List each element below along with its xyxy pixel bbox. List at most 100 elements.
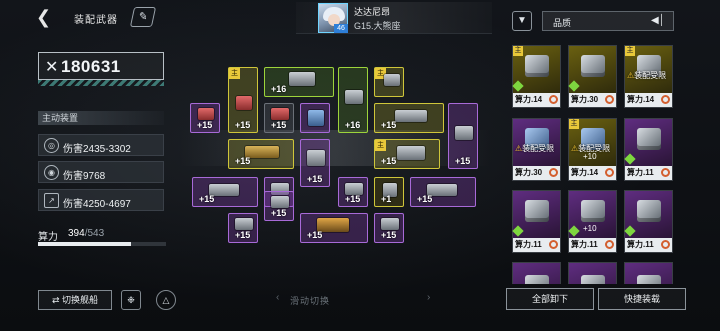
equip-slot-5[interactable]: +15 (190, 103, 220, 133)
slide-left-icon: ‹ (276, 292, 280, 303)
equip-slot-15[interactable]: +15 (338, 177, 368, 207)
card-power: 算力.11 (627, 168, 654, 177)
equip-slot-21[interactable]: +15 (374, 213, 404, 243)
inventory-card-3[interactable]: 主 ⚠装配受限 算力.14 (624, 45, 673, 108)
slide-right-icon: › (427, 292, 431, 303)
switch-ship-label: 切换舰船 (62, 295, 99, 305)
slot-level: +15 (307, 230, 323, 240)
inventory-grid: 主 算力.14 算力.30 主 ⚠装配受限 算力.14 ⚠装配受限 算力.30 … (506, 40, 686, 284)
recycle-icon (549, 95, 558, 104)
equip-slot-4[interactable]: 主 (374, 67, 404, 97)
recycle-icon (661, 240, 670, 249)
recycle-icon (605, 240, 614, 249)
equip-slot-19[interactable]: +15 (264, 191, 294, 221)
inventory-card-11[interactable] (568, 262, 617, 284)
equip-slot-1[interactable]: 主 +15 (228, 67, 258, 133)
quality-select[interactable]: 品质 ◀│ (542, 11, 674, 31)
inventory-card-5[interactable]: 主 ⚠装配受限 +10 算力.14 (568, 118, 617, 181)
inventory-card-2[interactable]: 算力.30 (568, 45, 617, 108)
ship-silhouette (180, 130, 490, 166)
main-tag: 主 (569, 119, 579, 129)
slot-level: +15 (381, 156, 397, 166)
equip-slot-9[interactable]: +15 (448, 103, 478, 169)
quality-label: 品质 (553, 18, 572, 28)
calc-value: 394/543 (68, 228, 104, 239)
equip-slot-6[interactable]: +15 (264, 103, 294, 133)
slot-level: +16 (345, 120, 361, 130)
target-icon: ◎ (44, 138, 59, 153)
crossed-swords-icon: ✕ (45, 59, 59, 76)
switch-ship-button[interactable]: ⇄ 切换舰船 (38, 290, 112, 310)
stat-text-2: 伤害9768 (63, 171, 106, 182)
calc-max: 543 (87, 228, 105, 239)
card-plus: +10 (583, 152, 597, 161)
calc-progress-fill (38, 242, 131, 246)
inventory-card-7[interactable]: 算力.11 (512, 190, 561, 253)
stat-row-1[interactable]: ◎ 伤害2435-3302 (38, 134, 164, 156)
main-tag: 主 (513, 46, 523, 56)
equip-slot-17[interactable]: +15 (410, 177, 476, 207)
power-stripe (38, 80, 164, 86)
active-device-title: 主动装置 (38, 111, 164, 125)
inventory-card-12[interactable] (624, 262, 673, 284)
stat-row-2[interactable]: ◉ 伤害9768 (38, 161, 164, 183)
stat-row-3[interactable]: ↗ 伤害4250-4697 (38, 189, 164, 211)
recycle-icon (661, 168, 670, 177)
inventory-card-10[interactable] (512, 262, 561, 284)
missile-icon: ↗ (44, 193, 59, 208)
recycle-icon (605, 168, 614, 177)
slide-hint: 滑动切换 (290, 296, 331, 306)
slot-level: +1 (381, 194, 392, 204)
slot-level: +15 (455, 156, 471, 166)
unload-all-button[interactable]: 全部卸下 (506, 288, 594, 310)
card-power: 算力.11 (627, 240, 654, 249)
pencil-icon[interactable]: ✎ (129, 7, 157, 27)
recycle-icon (661, 95, 670, 104)
equip-slot-12[interactable]: 主 +15 (374, 139, 440, 169)
inventory-card-1[interactable]: 主 算力.14 (512, 45, 561, 108)
slot-level: +15 (271, 208, 287, 218)
card-power: 算力.11 (571, 240, 598, 249)
page-title: 装配武器 (74, 15, 118, 26)
equip-slot-3[interactable]: +16 (338, 67, 368, 133)
equip-slot-7[interactable] (300, 103, 330, 133)
combat-power-box: ✕ 180631 (38, 52, 164, 80)
equip-slot-10[interactable]: +15 (228, 139, 294, 169)
card-power: 算力.11 (515, 240, 542, 249)
stat-text-3: 伤害4250-4697 (63, 199, 131, 210)
card-power: 算力.14 (571, 168, 599, 177)
slot-level: +16 (271, 84, 287, 94)
equip-slot-20[interactable]: +15 (300, 213, 368, 243)
equip-slot-11[interactable]: +15 (300, 139, 330, 187)
restriction-text: 装配受限 (634, 71, 667, 80)
inventory-card-9[interactable]: 算力.11 (624, 190, 673, 253)
inventory-card-6[interactable]: 算力.11 (624, 118, 673, 181)
slot-level: +15 (235, 156, 251, 166)
recycle-icon (605, 95, 614, 104)
main-tag: 主 (625, 46, 635, 56)
equip-slot-16[interactable]: +1 (374, 177, 404, 207)
equip-slot-18[interactable]: +15 (228, 213, 258, 243)
equip-slot-13[interactable]: +15 (192, 177, 258, 207)
slot-level: +15 (381, 230, 397, 240)
inventory-card-4[interactable]: ⚠装配受限 算力.30 (512, 118, 561, 181)
funnel-icon[interactable]: ▼ (512, 11, 532, 31)
fleet-emblem-icon[interactable]: ❉ (121, 290, 141, 310)
equip-slot-8[interactable]: +15 (374, 103, 444, 133)
inventory-card-8[interactable]: +10 算力.11 (568, 190, 617, 253)
restriction-warning: ⚠装配受限 (627, 70, 666, 81)
back-arrow-icon[interactable]: ❮ (36, 8, 54, 26)
radar-icon[interactable]: △ (156, 290, 176, 310)
slot-level: +15 (199, 194, 215, 204)
sort-toggle-icon[interactable]: ◀│ (651, 15, 665, 26)
slot-level: +15 (235, 120, 251, 130)
stat-text-1: 伤害2435-3302 (63, 144, 131, 155)
quick-equip-button[interactable]: 快捷装载 (598, 288, 686, 310)
slot-level: +15 (197, 120, 213, 130)
slot-level: +15 (235, 230, 251, 240)
slot-level: +15 (271, 120, 287, 130)
combat-power-value: 180631 (61, 57, 121, 76)
equip-slot-2[interactable]: +16 (264, 67, 334, 97)
calc-label: 算力 (38, 232, 58, 243)
calc-progress-bar (38, 242, 166, 246)
